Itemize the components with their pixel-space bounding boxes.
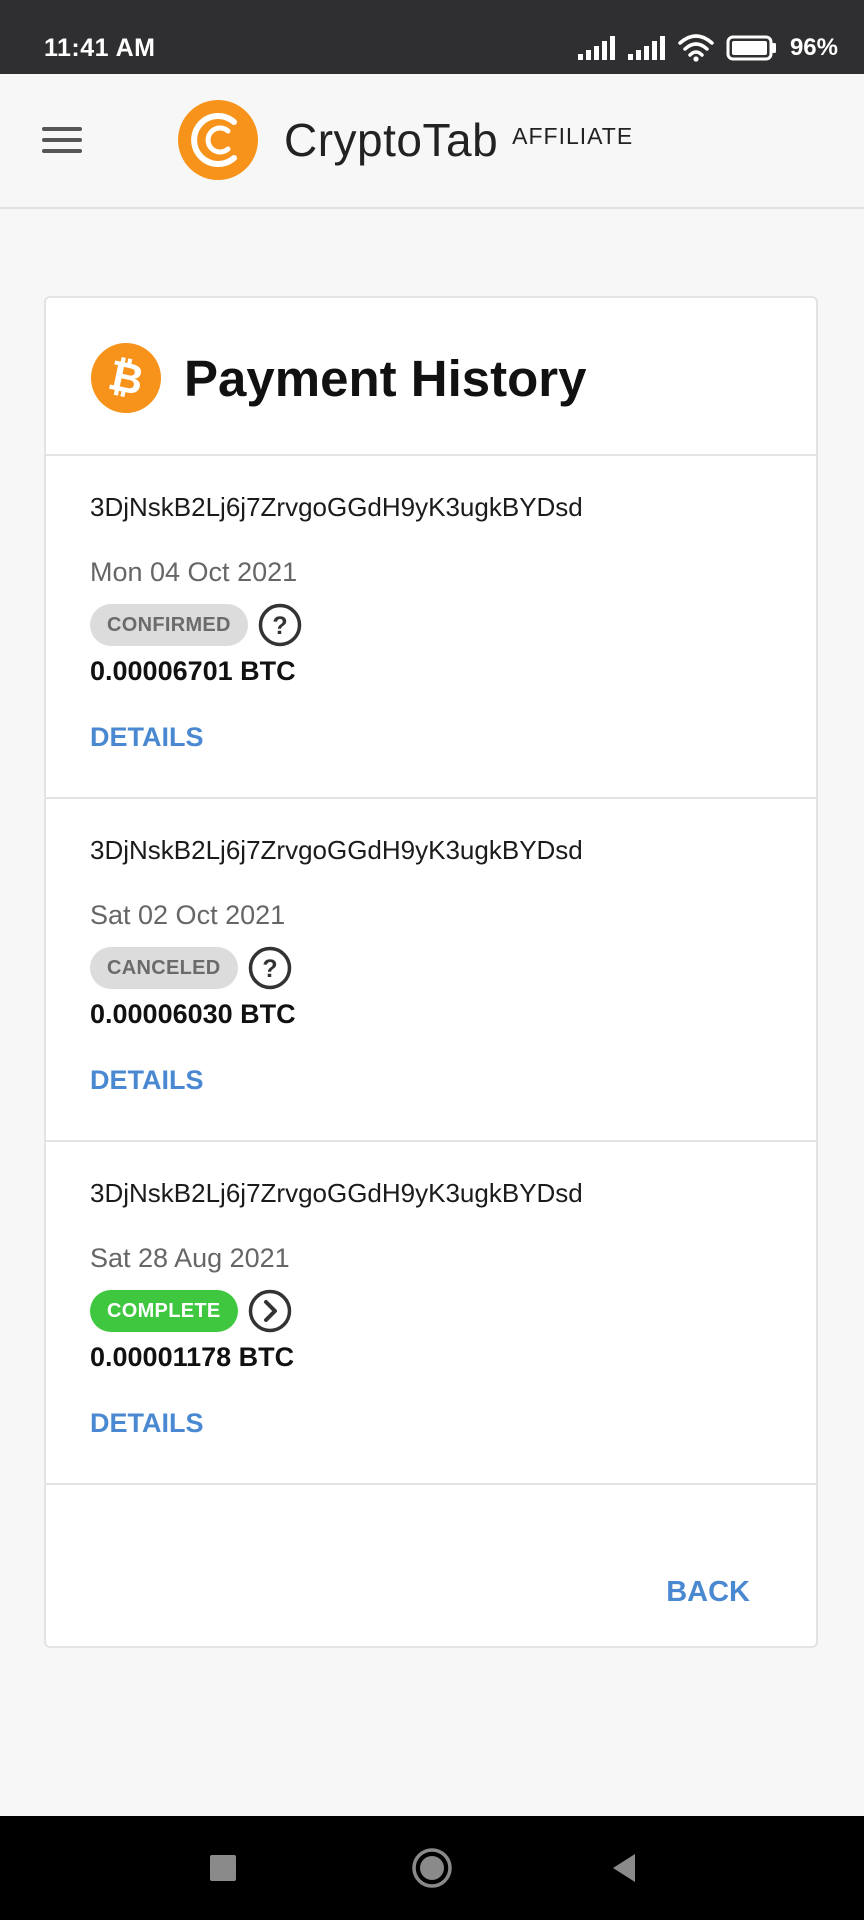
card-footer: BACK: [46, 1485, 816, 1675]
battery-percent: 96%: [789, 34, 838, 61]
payment-status-row: CONFIRMED ?: [90, 602, 302, 648]
status-badge: CONFIRMED: [90, 604, 248, 646]
payment-item: 3DjNskB2Lj6j7ZrvgoGGdH9yK3ugkBYDsd Sat 2…: [46, 1142, 816, 1485]
payment-amount: 0.00006030 BTC: [90, 999, 296, 1029]
payment-amount: 0.00001178 BTC: [90, 1342, 295, 1372]
details-link[interactable]: DETAILS: [90, 722, 204, 753]
status-badge: CANCELED: [90, 947, 238, 989]
menu-button[interactable]: [40, 122, 86, 158]
status-bar: 11:41 AM 96%: [0, 0, 864, 74]
payment-address: 3DjNskB2Lj6j7ZrvgoGGdH9yK3ugkBYDsd: [90, 835, 583, 865]
app-logo[interactable]: CryptoTab AFFILIATE: [176, 98, 633, 182]
back-icon[interactable]: [601, 1844, 649, 1892]
signal-icon: [627, 36, 665, 60]
cryptotab-logo-icon: [178, 100, 258, 180]
card-header: ₿ Payment History: [46, 298, 816, 456]
back-button[interactable]: BACK: [666, 1576, 750, 1609]
payment-date: Sat 28 Aug 2021: [90, 1243, 290, 1273]
battery-icon: [726, 35, 776, 61]
wifi-icon: [678, 34, 714, 62]
details-link[interactable]: DETAILS: [90, 1065, 204, 1096]
payment-item: 3DjNskB2Lj6j7ZrvgoGGdH9yK3ugkBYDsd Mon 0…: [46, 456, 816, 799]
details-link[interactable]: DETAILS: [90, 1408, 204, 1439]
payment-status-row: COMPLETE: [90, 1288, 292, 1334]
system-nav-bar: [0, 1816, 864, 1920]
hamburger-menu-icon: [42, 127, 82, 153]
payment-history-card: ₿ Payment History 3DjNskB2Lj6j7ZrvgoGGdH…: [44, 296, 818, 1648]
payment-amount: 0.00006701 BTC: [90, 656, 296, 686]
payment-status-row: CANCELED ?: [90, 945, 292, 991]
payment-address: 3DjNskB2Lj6j7ZrvgoGGdH9yK3ugkBYDsd: [90, 1178, 583, 1208]
app-header: CryptoTab AFFILIATE: [0, 74, 864, 209]
status-time: 11:41 AM: [44, 34, 156, 62]
svg-text:?: ?: [262, 955, 277, 983]
payment-date: Sat 02 Oct 2021: [90, 900, 286, 930]
svg-text:?: ?: [272, 612, 287, 640]
page-title: Payment History: [184, 350, 587, 407]
payment-date: Mon 04 Oct 2021: [90, 557, 298, 587]
signal-icon: [577, 36, 615, 60]
bitcoin-icon: ₿: [91, 343, 161, 413]
question-circle-icon[interactable]: ?: [248, 946, 292, 990]
app-name: CryptoTab: [284, 114, 499, 166]
chevron-right-circle-icon[interactable]: [248, 1289, 292, 1333]
question-circle-icon[interactable]: ?: [258, 603, 302, 647]
recent-apps-icon[interactable]: [199, 1844, 247, 1892]
status-badge: COMPLETE: [90, 1290, 238, 1332]
app-suffix: AFFILIATE: [512, 122, 634, 149]
payment-item: 3DjNskB2Lj6j7ZrvgoGGdH9yK3ugkBYDsd Sat 0…: [46, 799, 816, 1142]
status-icons: 96%: [577, 30, 838, 66]
home-icon[interactable]: [408, 1844, 456, 1892]
payment-address: 3DjNskB2Lj6j7ZrvgoGGdH9yK3ugkBYDsd: [90, 492, 583, 522]
